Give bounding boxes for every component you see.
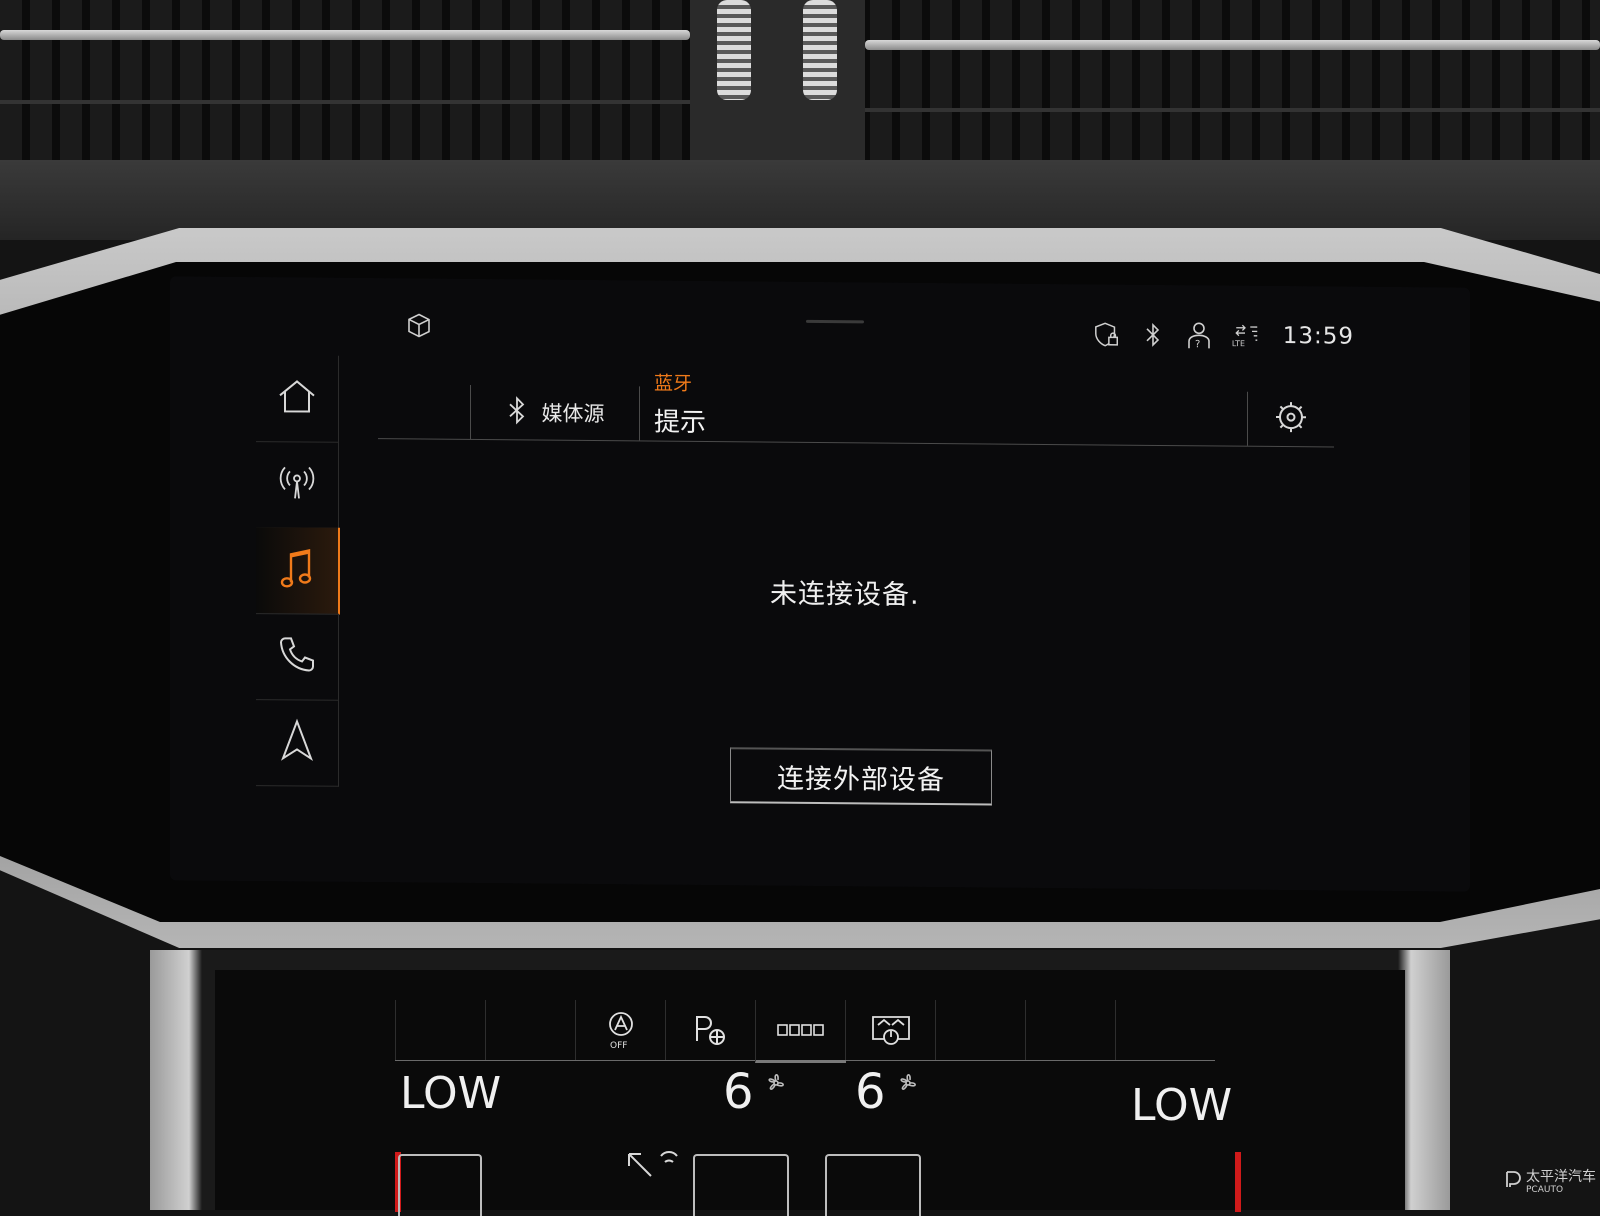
page-subtitle: 蓝牙 <box>654 372 693 395</box>
seat-heating-button[interactable] <box>755 1000 846 1063</box>
pcauto-logo-icon <box>1504 1170 1522 1192</box>
climate-slot-empty <box>1115 1000 1206 1060</box>
windshield-defrost-button[interactable] <box>845 1000 936 1060</box>
main-menu-sidebar <box>256 355 340 788</box>
clock: 13:59 <box>1282 323 1354 350</box>
right-fan-up-button[interactable] <box>825 1154 921 1216</box>
climate-slot-empty <box>935 1000 1026 1060</box>
bluetooth-icon <box>506 395 528 430</box>
navigation-icon <box>279 718 315 766</box>
phone-icon <box>277 634 317 678</box>
climate-slot-empty <box>395 1000 486 1060</box>
fan-icon <box>895 1070 921 1100</box>
vent-slat <box>0 100 690 104</box>
page-title-block: 蓝牙 提示 <box>654 369 706 439</box>
vent-thumbwheel <box>803 0 837 100</box>
vent-chrome-bar <box>865 40 1600 50</box>
no-device-message: 未连接设备. <box>770 578 920 611</box>
right-fan-level: 6 <box>855 1064 886 1120</box>
sidebar-item-radio[interactable] <box>256 441 339 529</box>
left-fan-up-button[interactable] <box>693 1154 789 1216</box>
sidebar-item-home[interactable] <box>256 355 339 443</box>
home-icon <box>277 378 317 418</box>
air-direction-icon[interactable] <box>625 1150 685 1194</box>
lte-signal-icon: LTE <box>1231 322 1259 350</box>
svg-text:LTE: LTE <box>1232 339 1245 348</box>
watermark-sub: PCAUTO <box>1526 1185 1564 1195</box>
climate-control-screen: OFF LOW 6 6 LOW <box>215 970 1405 1216</box>
page-title: 提示 <box>654 407 707 439</box>
media-source-label: 媒体源 <box>541 401 605 427</box>
connect-external-device-button[interactable]: 连接外部设备 <box>730 747 992 806</box>
watermark-logo: 太平洋汽车 PCAUTO <box>1504 1166 1596 1195</box>
cube-icon[interactable] <box>406 312 432 342</box>
sidebar-item-phone[interactable] <box>256 613 339 701</box>
vent-chrome-bar <box>0 30 690 40</box>
media-header: 媒体源 蓝牙 提示 <box>378 366 1334 448</box>
infotainment-screen: ? LTE 13:59 媒体源 蓝牙 提示 未连接设备. 连接外部设备 <box>170 276 1470 892</box>
svg-text:OFF: OFF <box>610 1041 627 1050</box>
music-note-icon <box>279 546 315 594</box>
radio-antenna-icon <box>277 462 317 506</box>
vent-slat <box>865 108 1600 112</box>
shield-lock-icon <box>1093 320 1121 348</box>
climate-slot-empty <box>485 1000 576 1060</box>
sidebar-item-navigation[interactable] <box>256 699 339 787</box>
climate-slot-empty <box>1025 1000 1116 1060</box>
user-help-icon: ? <box>1185 321 1213 349</box>
right-temperature: LOW <box>1131 1080 1233 1131</box>
climate-function-row: OFF <box>395 1000 1215 1063</box>
pull-down-handle[interactable] <box>806 319 864 324</box>
watermark-brand: 太平洋汽车 <box>1526 1169 1596 1185</box>
settings-button[interactable] <box>1247 391 1334 447</box>
svg-text:?: ? <box>1195 339 1200 349</box>
right-temp-indicator <box>1235 1152 1241 1212</box>
left-temperature: LOW <box>400 1068 502 1119</box>
fan-icon <box>763 1070 789 1100</box>
sidebar-item-media[interactable] <box>256 527 340 615</box>
parking-aid-button[interactable] <box>665 1000 756 1060</box>
left-temp-up-button[interactable] <box>398 1154 482 1216</box>
bluetooth-icon <box>1139 321 1167 349</box>
auto-start-stop-button[interactable]: OFF <box>575 1000 666 1060</box>
media-source-button[interactable]: 媒体源 <box>470 384 640 441</box>
vent-thumbwheel <box>717 0 751 100</box>
left-fan-level: 6 <box>723 1064 754 1120</box>
status-icons: ? LTE 13:59 <box>1093 320 1354 350</box>
air-vents <box>0 0 1600 165</box>
gear-icon <box>1273 399 1309 439</box>
